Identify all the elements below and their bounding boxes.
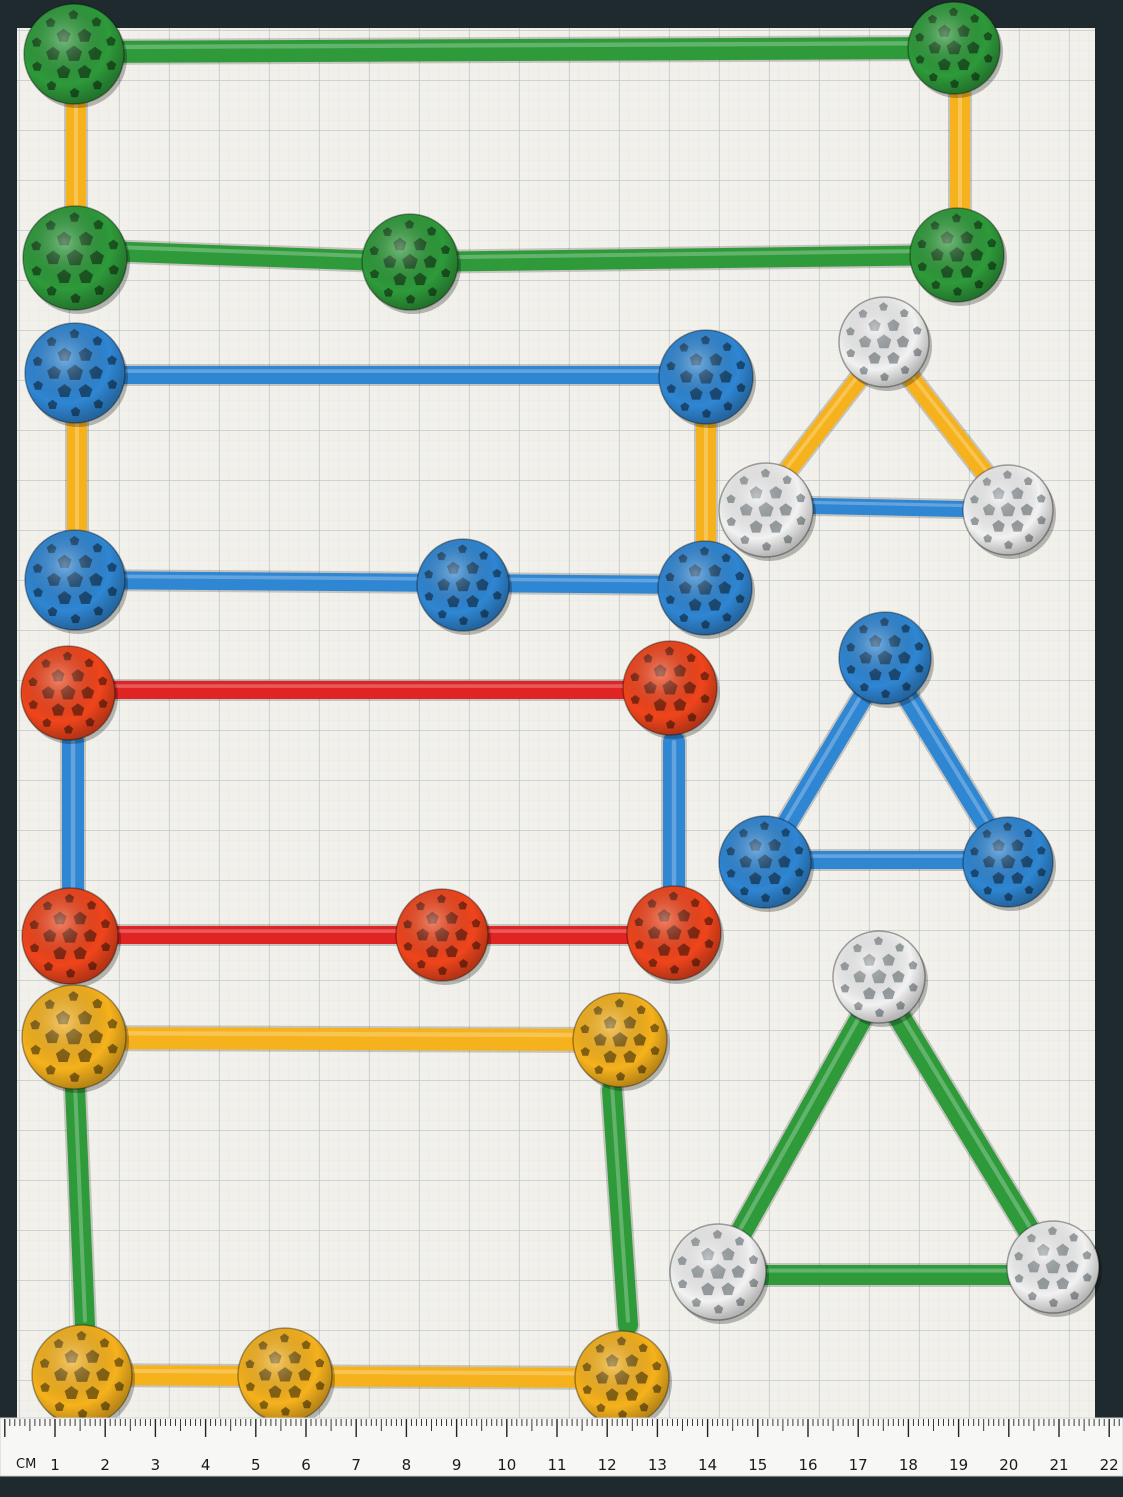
rod bbox=[398, 243, 967, 274]
ruler: CM 1 2 3 4 5 6 7 8 9 10 11 12 13 14 15 16 17 18 19 20 21 22 bbox=[0, 1417, 1123, 1477]
rod bbox=[59, 679, 681, 701]
ruler-number: 5 bbox=[251, 1456, 261, 1474]
ruler-number: 4 bbox=[201, 1456, 211, 1474]
ruler-number: 21 bbox=[1049, 1456, 1068, 1474]
ruler-number: 1 bbox=[50, 1456, 60, 1474]
ruler-unit-label: CM bbox=[16, 1457, 36, 1472]
ruler-number: 6 bbox=[301, 1456, 311, 1474]
ruler-number: 9 bbox=[452, 1456, 462, 1474]
rod bbox=[67, 35, 968, 65]
photo-scene: CM 1 2 3 4 5 6 7 8 9 10 11 12 13 14 15 16 17 18 19 20 21 22 bbox=[0, 0, 1123, 1497]
rod bbox=[600, 1078, 640, 1337]
ruler-number: 18 bbox=[899, 1456, 918, 1474]
ruler-number: 8 bbox=[402, 1456, 412, 1474]
ruler-number: 22 bbox=[1100, 1456, 1119, 1474]
ruler-number: 15 bbox=[748, 1456, 767, 1474]
rod bbox=[64, 569, 716, 596]
ruler-number: 12 bbox=[598, 1456, 617, 1474]
ruler-number: 20 bbox=[999, 1456, 1018, 1474]
ruler-number: 14 bbox=[698, 1456, 717, 1474]
rod bbox=[708, 1263, 1062, 1287]
rod bbox=[64, 364, 716, 386]
ruler-number: 7 bbox=[351, 1456, 361, 1474]
rod bbox=[61, 924, 681, 946]
rod bbox=[63, 1363, 632, 1390]
rod bbox=[62, 1025, 633, 1053]
ruler-number: 16 bbox=[798, 1456, 817, 1474]
ruler-number: 3 bbox=[151, 1456, 161, 1474]
ruler-number: 11 bbox=[547, 1456, 566, 1474]
ruler-number: 19 bbox=[949, 1456, 968, 1474]
ruler-number: 13 bbox=[648, 1456, 667, 1474]
ruler-number: 10 bbox=[497, 1456, 516, 1474]
rod bbox=[63, 1076, 97, 1337]
ruler-number: 17 bbox=[849, 1456, 868, 1474]
ruler-number: 2 bbox=[100, 1456, 110, 1474]
